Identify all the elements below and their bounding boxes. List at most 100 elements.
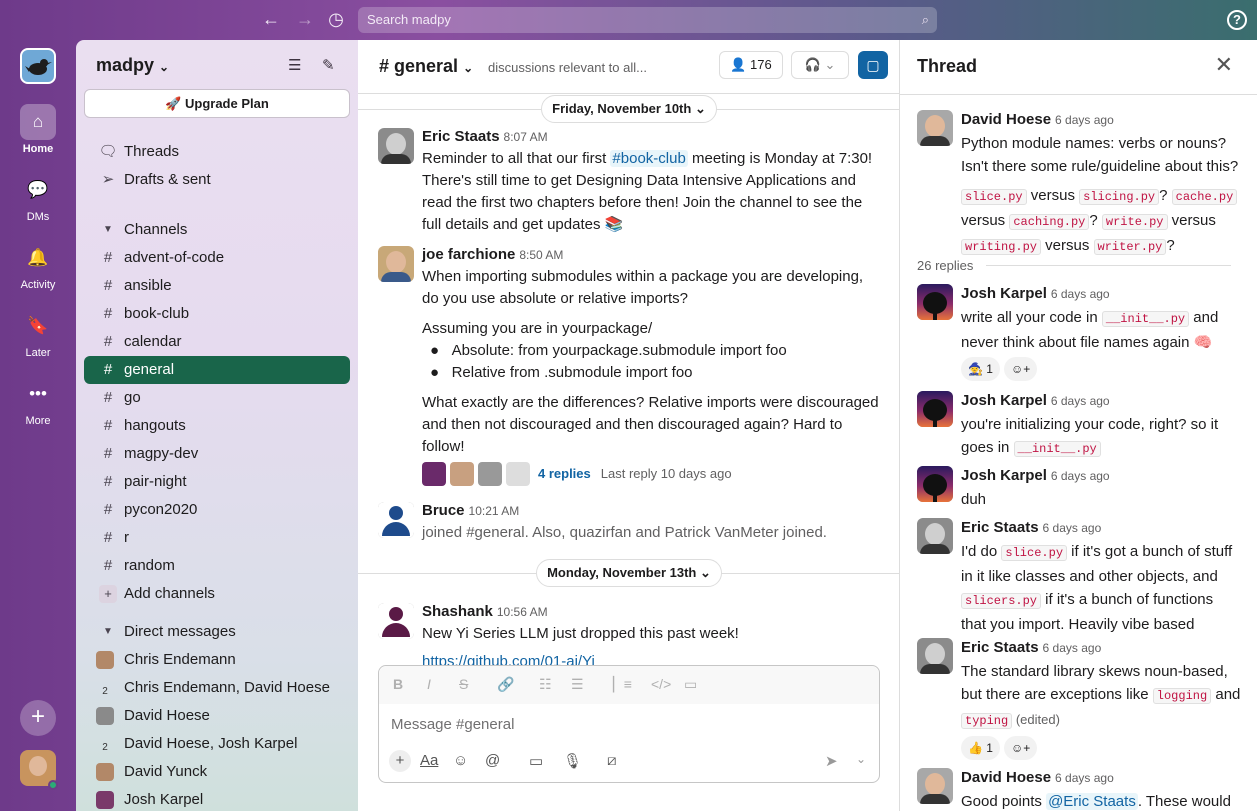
message-author[interactable]: Josh Karpel xyxy=(961,392,1047,409)
channel-topic[interactable]: discussions relevant to all... xyxy=(488,60,647,75)
reaction[interactable]: 🧙 1 xyxy=(961,357,1000,381)
message-author[interactable]: David Hoese xyxy=(961,769,1051,786)
message-time[interactable]: 6 days ago xyxy=(1055,113,1114,127)
sidebar-item-channel-active[interactable]: # general xyxy=(84,356,350,384)
sidebar-item-channel[interactable]: # pycon2020 xyxy=(84,496,350,524)
sidebar-item-dm[interactable]: David Hoese xyxy=(84,702,350,730)
strikethrough-icon[interactable]: S xyxy=(459,676,468,692)
thread-replies-bar[interactable]: 4 replies Last reply 10 days ago xyxy=(422,462,883,486)
mention-icon[interactable]: @ xyxy=(485,752,500,769)
avatar[interactable] xyxy=(378,502,414,538)
add-reaction-icon[interactable]: ☺+ xyxy=(1003,357,1038,381)
channels-section-header[interactable]: ▼ Channels xyxy=(84,216,350,244)
message-author[interactable]: Josh Karpel xyxy=(961,467,1047,484)
rail-activity[interactable]: 🔔 Activity xyxy=(0,240,76,291)
compose-icon[interactable]: ✎ xyxy=(322,56,335,74)
avatar[interactable] xyxy=(917,391,953,427)
message-time[interactable]: 6 days ago xyxy=(1043,641,1102,655)
date-divider[interactable]: Monday, November 13th ⌄ xyxy=(536,559,722,587)
avatar[interactable] xyxy=(917,284,953,320)
message-author[interactable]: David Hoese xyxy=(961,111,1051,128)
avatar[interactable] xyxy=(378,246,414,282)
add-workspace-button[interactable]: + xyxy=(20,700,56,736)
code-block-icon[interactable]: ▭ xyxy=(684,676,697,693)
history-icon[interactable]: ◷ xyxy=(325,8,347,30)
channel-name[interactable]: # general ⌄ xyxy=(379,56,473,77)
date-divider[interactable]: Friday, November 10th ⌄ xyxy=(541,95,717,123)
user-mention[interactable]: @Eric Staats xyxy=(1046,793,1138,810)
sidebar-item-channel[interactable]: # pair-night xyxy=(84,468,350,496)
replies-link[interactable]: 4 replies xyxy=(538,463,591,485)
avatar[interactable] xyxy=(917,638,953,674)
workspace-name[interactable]: madpy ⌄ xyxy=(96,55,169,76)
send-icon[interactable]: ➤ xyxy=(825,752,838,770)
avatar[interactable] xyxy=(378,603,414,639)
bullet-list-icon[interactable]: ☰ xyxy=(571,676,584,693)
message-time[interactable]: 6 days ago xyxy=(1043,521,1102,535)
blockquote-icon[interactable]: ▏≡ xyxy=(613,676,632,693)
workspace-logo[interactable] xyxy=(20,48,56,84)
sidebar-item-channel[interactable]: # go xyxy=(84,384,350,412)
avatar[interactable] xyxy=(917,518,953,554)
sidebar-item-threads[interactable]: 🗨 Threads xyxy=(84,138,350,166)
code-icon[interactable]: </> xyxy=(651,676,671,692)
message-author[interactable]: Eric Staats xyxy=(422,128,500,145)
sidebar-item-dm[interactable]: Chris Endemann xyxy=(84,646,350,674)
search-input[interactable]: Search madpy ⌕ xyxy=(358,7,937,33)
avatar[interactable] xyxy=(378,128,414,164)
shortcuts-icon[interactable]: ⧄ xyxy=(607,752,617,769)
sidebar-item-channel[interactable]: # r xyxy=(84,524,350,552)
sidebar-item-dm[interactable]: 2 Chris Endemann, David Hoese xyxy=(84,674,350,702)
add-reaction-icon[interactable]: ☺+ xyxy=(1003,736,1038,760)
sidebar-item-channel[interactable]: # book-club xyxy=(84,300,350,328)
format-text-icon[interactable]: Aa xyxy=(420,752,438,769)
bold-icon[interactable]: B xyxy=(393,676,403,692)
rail-home[interactable]: ⌂ Home xyxy=(0,104,76,155)
sidebar-item-channel[interactable]: # ansible xyxy=(84,272,350,300)
canvas-button[interactable]: ▢ xyxy=(858,51,888,79)
sidebar-item-channel[interactable]: # hangouts xyxy=(84,412,350,440)
plus-icon[interactable]: + xyxy=(389,750,411,772)
ordered-list-icon[interactable]: ☷ xyxy=(539,676,552,693)
italic-icon[interactable]: I xyxy=(427,676,431,692)
message-time[interactable]: 8:50 AM xyxy=(519,248,563,262)
back-arrow-icon[interactable]: ← xyxy=(260,8,282,30)
message-time[interactable]: 10:56 AM xyxy=(497,605,548,619)
sidebar-item-channel[interactable]: # magpy-dev xyxy=(84,440,350,468)
video-icon[interactable]: ▭ xyxy=(529,752,543,770)
sidebar-item-drafts[interactable]: ➢ Drafts & sent xyxy=(84,166,350,194)
filter-icon[interactable]: ☰ xyxy=(288,56,301,74)
sidebar-item-dm[interactable]: David Yunck xyxy=(84,758,350,786)
avatar[interactable] xyxy=(917,768,953,804)
message-time[interactable]: 6 days ago xyxy=(1051,287,1110,301)
rail-later[interactable]: 🔖 Later xyxy=(0,308,76,359)
link-icon[interactable]: 🔗 xyxy=(497,676,514,693)
message-time[interactable]: 6 days ago xyxy=(1051,394,1110,408)
message-input[interactable]: Message #general xyxy=(391,716,514,733)
avatar[interactable] xyxy=(917,110,953,146)
avatar[interactable] xyxy=(917,466,953,502)
emoji-icon[interactable]: ☺ xyxy=(453,752,468,769)
message-author[interactable]: Bruce xyxy=(422,502,465,519)
rail-more[interactable]: ••• More xyxy=(0,376,76,427)
message-time[interactable]: 10:21 AM xyxy=(469,504,520,518)
sidebar-item-dm[interactable]: 2 David Hoese, Josh Karpel xyxy=(84,730,350,758)
microphone-icon[interactable]: 🎙 xyxy=(563,752,582,770)
message-time[interactable]: 8:07 AM xyxy=(504,130,548,144)
huddle-button[interactable]: 🎧 ⌄ xyxy=(791,51,849,79)
chevron-down-icon[interactable]: ⌄ xyxy=(856,752,866,766)
sidebar-item-dm[interactable]: Josh Karpel xyxy=(84,786,350,811)
add-channels-button[interactable]: + Add channels xyxy=(84,580,350,608)
message-time[interactable]: 6 days ago xyxy=(1051,469,1110,483)
members-button[interactable]: 👤 176 xyxy=(719,51,783,79)
message-author[interactable]: Josh Karpel xyxy=(961,285,1047,302)
message-time[interactable]: 6 days ago xyxy=(1055,771,1114,785)
message-author[interactable]: Eric Staats xyxy=(961,639,1039,656)
sidebar-item-channel[interactable]: # calendar xyxy=(84,328,350,356)
reaction[interactable]: 👍 1 xyxy=(961,736,1000,760)
upgrade-plan-button[interactable]: 🚀 Upgrade Plan xyxy=(84,89,350,118)
close-icon[interactable]: ✕ xyxy=(1215,52,1233,78)
help-icon[interactable]: ? xyxy=(1227,10,1247,30)
dm-section-header[interactable]: ▼ Direct messages xyxy=(84,618,350,646)
sidebar-item-channel[interactable]: # random xyxy=(84,552,350,580)
